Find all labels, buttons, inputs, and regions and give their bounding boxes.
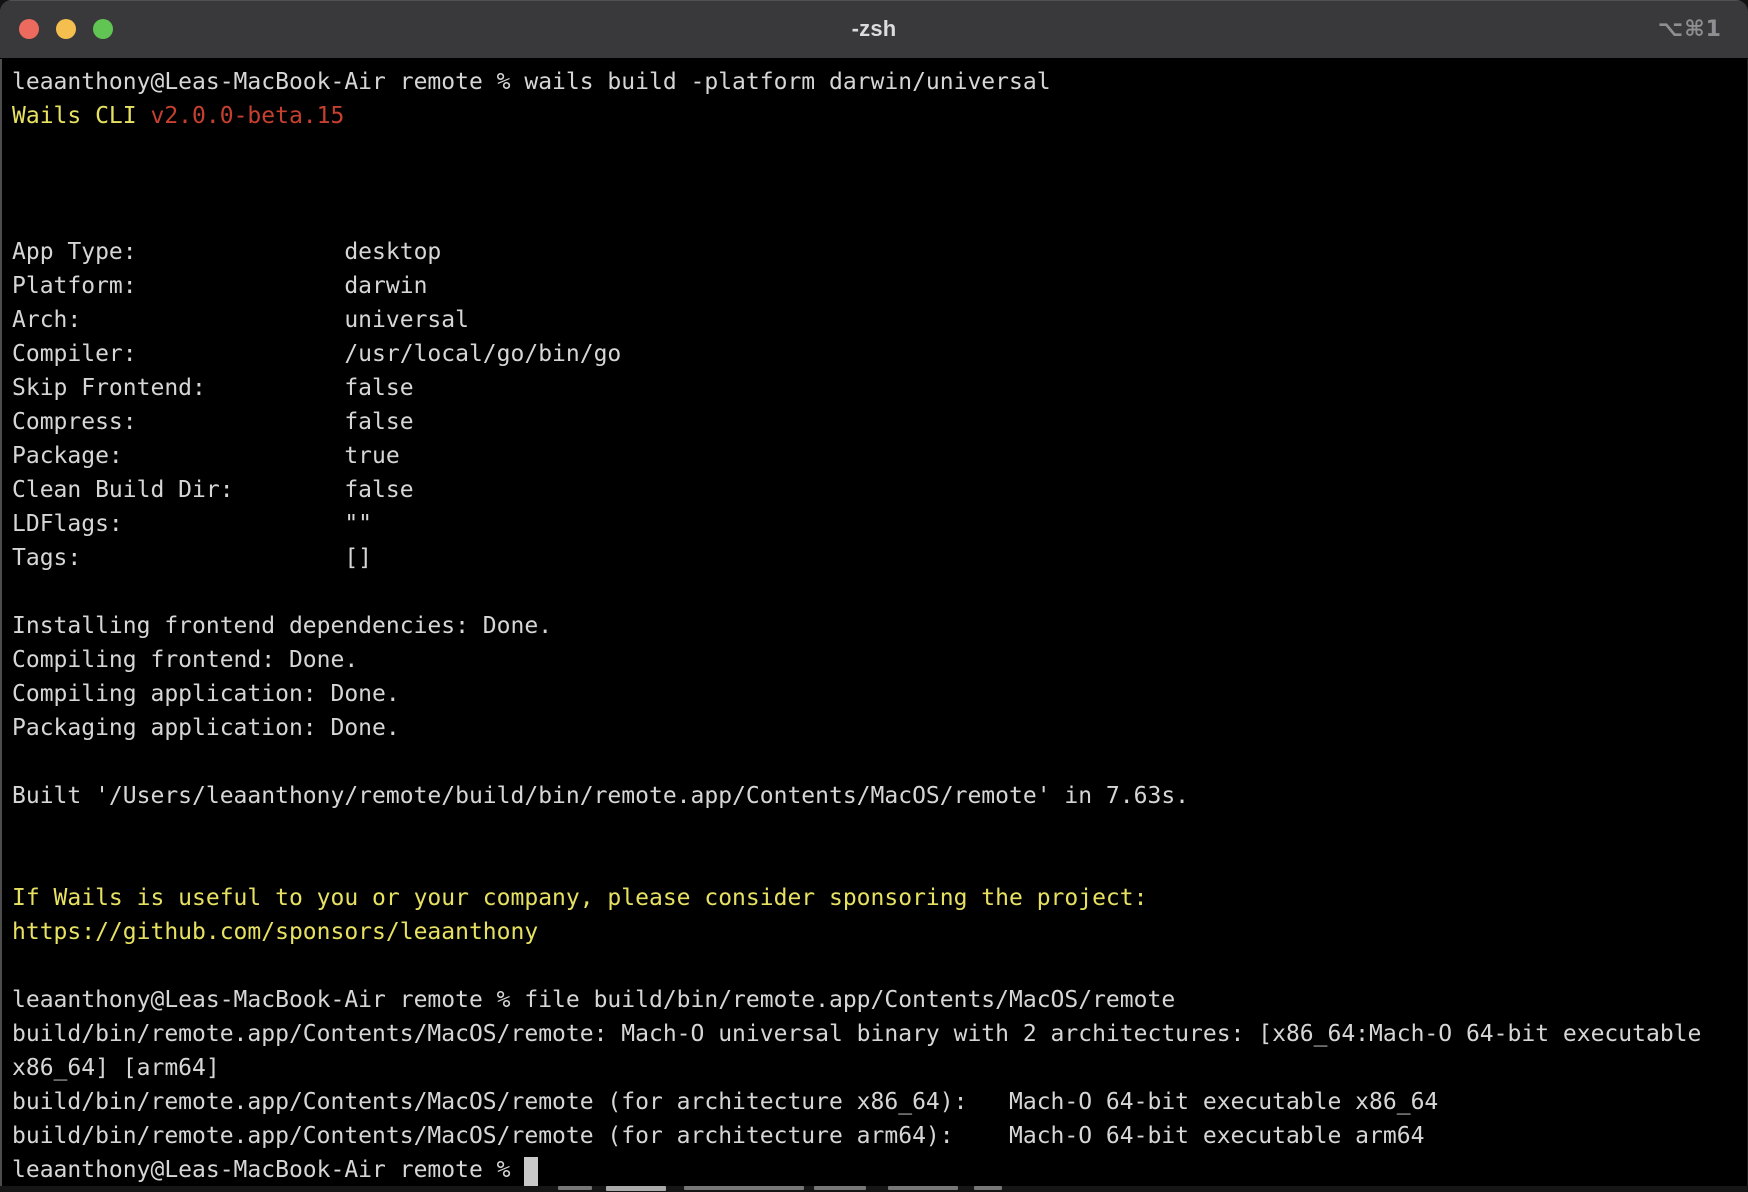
window-title: -zsh <box>0 0 1748 58</box>
terminal-line: Compiling application: Done. <box>12 677 1736 711</box>
terminal-line: Arch: universal <box>12 303 1736 337</box>
terminal-output[interactable]: leaanthony@Leas-MacBook-Air remote % wai… <box>0 59 1748 1186</box>
terminal-line: Clean Build Dir: false <box>12 473 1736 507</box>
tab-shortcut-label: ⌥⌘1 <box>1658 0 1722 58</box>
terminal-line: Compiling frontend: Done. <box>12 643 1736 677</box>
terminal-line <box>12 133 1736 167</box>
screen: -zsh ⌥⌘1 leaanthony@Leas-MacBook-Air rem… <box>0 0 1748 1192</box>
terminal-line: App Type: desktop <box>12 235 1736 269</box>
terminal-line: build/bin/remote.app/Contents/MacOS/remo… <box>12 1085 1736 1119</box>
terminal-line: Compress: false <box>12 405 1736 439</box>
terminal-line: If Wails is useful to you or your compan… <box>12 881 1736 915</box>
terminal-line: Installing frontend dependencies: Done. <box>12 609 1736 643</box>
background-window-sliver <box>0 1186 1748 1192</box>
terminal-line: Compiler: /usr/local/go/bin/go <box>12 337 1736 371</box>
terminal-line: leaanthony@Leas-MacBook-Air remote % fil… <box>12 983 1736 1017</box>
terminal-line: LDFlags: "" <box>12 507 1736 541</box>
terminal-line: leaanthony@Leas-MacBook-Air remote % wai… <box>12 65 1736 99</box>
terminal-line <box>12 847 1736 881</box>
terminal-line <box>12 949 1736 983</box>
terminal-line: x86_64] [arm64] <box>12 1051 1736 1085</box>
terminal-line: https://github.com/sponsors/leaanthony <box>12 915 1736 949</box>
terminal-line <box>12 745 1736 779</box>
terminal-line: Built '/Users/leaanthony/remote/build/bi… <box>12 779 1736 813</box>
terminal-line: leaanthony@Leas-MacBook-Air remote % <box>12 1153 1736 1186</box>
terminal-line <box>12 575 1736 609</box>
terminal-line: build/bin/remote.app/Contents/MacOS/remo… <box>12 1017 1736 1051</box>
terminal-line <box>12 813 1736 847</box>
terminal-cursor <box>524 1157 538 1187</box>
terminal-line: Tags: [] <box>12 541 1736 575</box>
terminal-line: Skip Frontend: false <box>12 371 1736 405</box>
terminal-line <box>12 167 1736 201</box>
terminal-line: Packaging application: Done. <box>12 711 1736 745</box>
terminal-window: -zsh ⌥⌘1 leaanthony@Leas-MacBook-Air rem… <box>0 0 1748 1186</box>
terminal-line <box>12 201 1736 235</box>
terminal-line: Platform: darwin <box>12 269 1736 303</box>
terminal-line: Package: true <box>12 439 1736 473</box>
terminal-line: build/bin/remote.app/Contents/MacOS/remo… <box>12 1119 1736 1153</box>
titlebar[interactable]: -zsh ⌥⌘1 <box>0 0 1748 59</box>
terminal-line: Wails CLI v2.0.0-beta.15 <box>12 99 1736 133</box>
